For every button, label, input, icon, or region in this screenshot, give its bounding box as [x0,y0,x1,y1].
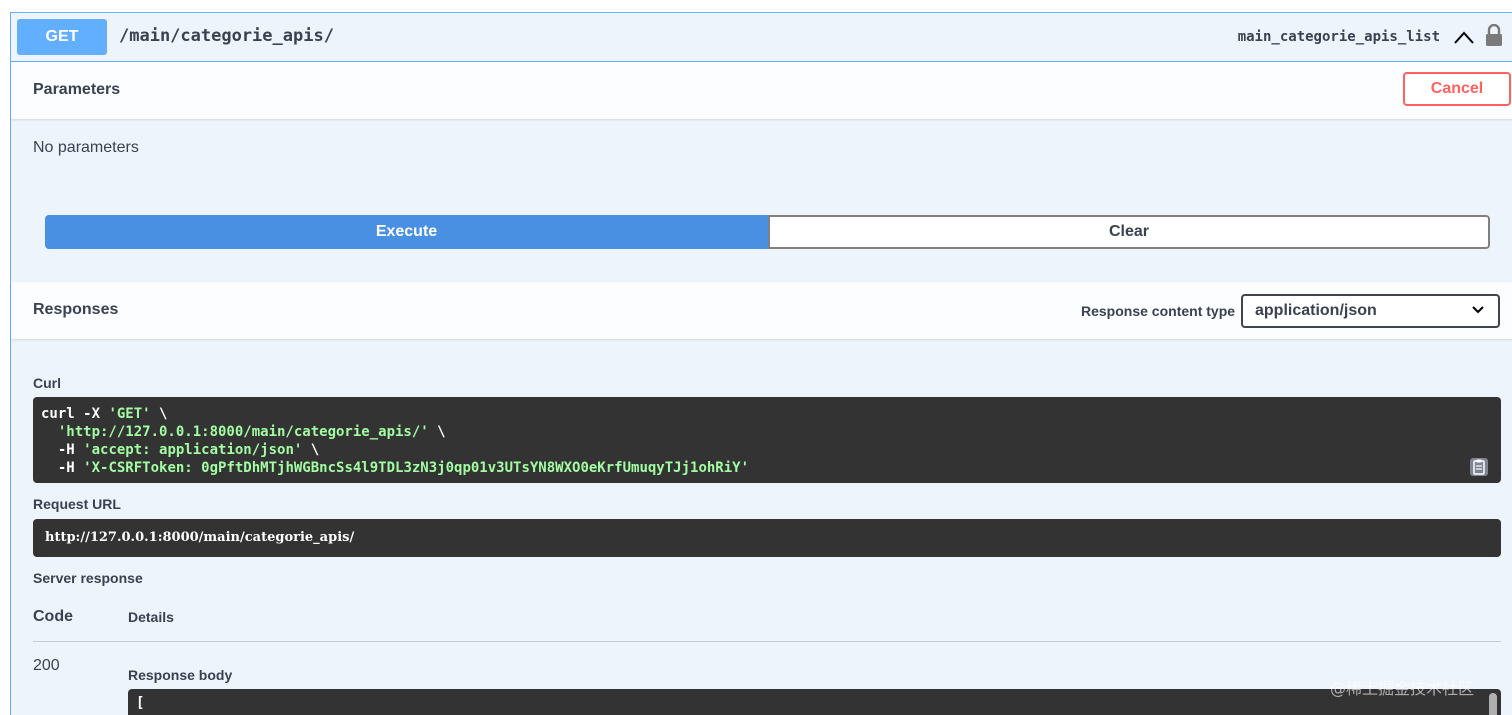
curl-line2-indent [41,424,58,440]
chevron-down-icon [1472,306,1484,314]
code-column-header: Code [33,608,73,625]
operation-summary[interactable]: GET /main/categorie_apis/ main_categorie… [11,13,1512,62]
endpoint-path: /main/categorie_apis/ [119,26,334,46]
details-column-header: Details [128,609,174,625]
parameters-title: Parameters [33,81,121,98]
curl-line4-prefix: -H [41,460,84,476]
request-url-block[interactable]: http://127.0.0.1:8000/main/categorie_api… [33,519,1501,557]
clipboard-icon[interactable] [1469,457,1489,477]
curl-line2-suffix: \ [428,424,446,440]
operation-id: main_categorie_apis_list [1237,29,1440,45]
curl-line3-suffix: \ [302,442,320,458]
server-response-label: Server response [33,570,143,586]
cancel-button[interactable]: Cancel [1403,72,1511,106]
response-body-scrollbar[interactable] [1489,693,1497,715]
execute-button[interactable]: Execute [45,215,768,249]
curl-method: 'GET' [108,406,151,422]
response-content-type-value: application/json [1255,302,1377,319]
curl-line1-prefix: curl -X [41,406,109,422]
method-badge: GET [17,19,107,55]
curl-url: 'http://127.0.0.1:8000/main/categorie_ap… [57,424,429,440]
response-body-block[interactable]: [ [128,689,1501,715]
curl-label: Curl [33,375,61,391]
response-body-text: [ [136,695,145,711]
curl-csrf-header: 'X-CSRFToken: 0gPftDhMTjhWGBncSs4l9TDL3z… [83,460,750,476]
curl-code-block[interactable]: curl -X 'GET' \ 'http://127.0.0.1:8000/m… [33,397,1501,483]
chevron-up-icon[interactable] [1453,28,1475,46]
lock-icon[interactable] [1485,24,1503,46]
request-url-label: Request URL [33,496,121,512]
no-parameters-text: No parameters [33,139,139,156]
clear-button[interactable]: Clear [768,215,1490,249]
response-content-type-select[interactable]: application/json [1241,294,1500,328]
curl-accept-header: 'accept: application/json' [83,442,303,458]
watermark-text: @稀土掘金技术社区 [1330,679,1475,698]
response-body-label: Response body [128,667,233,683]
response-status-code: 200 [33,657,60,674]
responses-title: Responses [33,301,119,318]
curl-line1-suffix: \ [150,406,168,422]
response-content-type-label: Response content type [1081,303,1236,319]
curl-line3-prefix: -H [41,442,84,458]
table-divider [33,641,1501,642]
operation-block: GET /main/categorie_apis/ main_categorie… [10,12,1512,715]
parameters-header: Parameters Cancel [11,62,1512,119]
